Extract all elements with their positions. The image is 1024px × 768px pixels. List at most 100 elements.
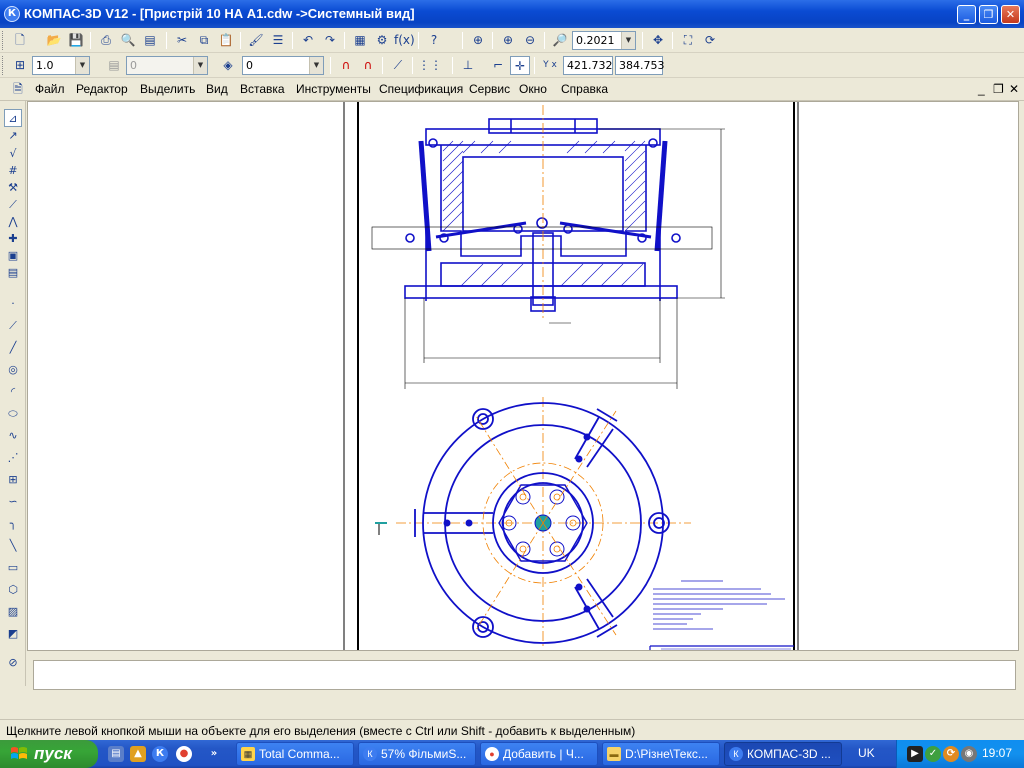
menu-specification[interactable]: Спецификация	[379, 82, 463, 96]
fillet-icon[interactable]: ╮	[4, 515, 22, 533]
stop-command-icon[interactable]: ⊘	[4, 654, 22, 672]
print-icon[interactable]: ⎙	[96, 31, 116, 50]
save-icon[interactable]: 💾	[66, 31, 86, 50]
dimensions-panel-icon[interactable]: ↗	[4, 127, 22, 145]
show-all-icon[interactable]: ⛶	[678, 31, 698, 50]
minimize-button[interactable]: _	[957, 5, 976, 24]
geometry-panel-icon[interactable]: ⊿	[4, 109, 22, 127]
coord-x-field[interactable]: 421.732	[563, 56, 613, 75]
quicklaunch-chrome-icon[interactable]: ●	[176, 746, 192, 762]
paste-icon[interactable]: 📋	[216, 31, 236, 50]
layer-combo[interactable]: 0 ▼	[242, 56, 324, 75]
coord-y-field[interactable]: 384.753	[615, 56, 665, 75]
menu-view[interactable]: Вид	[206, 82, 228, 96]
refresh-icon[interactable]: ⟳	[700, 31, 720, 50]
task-kompas[interactable]: К КОМПАС-3D ...	[724, 742, 842, 766]
library-icon[interactable]: ⚙	[372, 31, 392, 50]
rectangle-icon[interactable]: ▭	[4, 559, 22, 577]
quicklaunch-desktop-icon[interactable]: ▤	[108, 746, 124, 762]
doc-restore-button[interactable]: ❐	[993, 82, 1004, 96]
quicklaunch-more-icon[interactable]: »	[206, 746, 222, 762]
selection-panel-icon[interactable]: ⋀	[4, 213, 22, 231]
round-icon[interactable]: ✛	[510, 56, 530, 75]
spline-icon[interactable]: ∿	[4, 427, 22, 445]
maximize-button[interactable]: ❐	[979, 5, 998, 24]
quicklaunch-app-icon[interactable]: ▲	[130, 746, 146, 762]
new-document-icon[interactable]: 🗋	[10, 31, 30, 50]
snap-local-icon[interactable]: ∩	[358, 56, 378, 75]
tray-security-icon[interactable]: ◉	[961, 746, 977, 762]
drawing-canvas[interactable]	[28, 102, 1019, 651]
local-coordinate-icon[interactable]: ⊥	[458, 56, 478, 75]
bezier-icon[interactable]: ∽	[4, 493, 22, 511]
help-icon[interactable]: ?	[424, 31, 444, 50]
task-films[interactable]: К 57% ФільмиS...	[358, 742, 476, 766]
tray-update-icon[interactable]: ⟳	[943, 746, 959, 762]
contour-icon[interactable]: ◩	[4, 625, 22, 643]
tray-check-icon[interactable]: ✓	[925, 746, 941, 762]
zoom-window-icon[interactable]: ⊕	[468, 31, 488, 50]
redo-icon[interactable]: ↷	[320, 31, 340, 50]
drawing-viewport[interactable]	[27, 101, 1019, 651]
zoom-scale-icon[interactable]: 🔎	[550, 31, 570, 50]
menu-file[interactable]: Файл	[35, 82, 65, 96]
rectangle-fill-icon[interactable]: ⊞	[4, 471, 22, 489]
associative-panel-icon[interactable]: ✚	[4, 230, 22, 248]
grid-icon[interactable]: ⋮⋮	[418, 56, 442, 75]
specification-panel-icon[interactable]: ▣	[4, 247, 22, 265]
chamfer-icon[interactable]: ╲	[4, 537, 22, 555]
auxiliary-line-icon[interactable]: ⟋	[4, 317, 22, 335]
quicklaunch-kompas-icon[interactable]: К	[152, 746, 168, 762]
reports-panel-icon[interactable]: ▤	[4, 264, 22, 282]
chevron-down-icon[interactable]: ▼	[309, 57, 323, 74]
toolbar-grip[interactable]	[2, 56, 5, 75]
zoom-in-icon[interactable]: ⊕	[498, 31, 518, 50]
undo-icon[interactable]: ↶	[298, 31, 318, 50]
cut-icon[interactable]: ✂	[172, 31, 192, 50]
task-total-commander[interactable]: ▦ Total Comma...	[236, 742, 354, 766]
menu-edit[interactable]: Редактор	[76, 82, 128, 96]
tray-media-icon[interactable]: ▶	[907, 746, 923, 762]
start-button[interactable]: пуск	[0, 740, 98, 768]
ellipse-icon[interactable]: ⬭	[4, 405, 22, 423]
open-file-icon[interactable]: 📂	[44, 31, 64, 50]
measure-panel-icon[interactable]: ⟋	[4, 196, 22, 214]
task-chrome[interactable]: ● Добавить | Ч...	[480, 742, 598, 766]
menu-tools[interactable]: Инструменты	[296, 82, 371, 96]
copy-icon[interactable]: ⧉	[194, 31, 214, 50]
format-brush-icon[interactable]: 🖌	[246, 31, 266, 50]
menu-service[interactable]: Сервис	[469, 82, 510, 96]
polygon-icon[interactable]: ⬡	[4, 581, 22, 599]
editing-panel-icon[interactable]: #	[4, 162, 22, 180]
chevron-down-icon[interactable]: ▼	[75, 57, 89, 74]
kompas-app-icon[interactable]: К	[4, 6, 20, 22]
manager-icon[interactable]: ▦	[350, 31, 370, 50]
task-folder[interactable]: ▬ D:\Різне\Текс...	[602, 742, 720, 766]
chevron-down-icon[interactable]: ▼	[621, 32, 635, 49]
designations-panel-icon[interactable]: √	[4, 145, 22, 163]
pan-icon[interactable]: ✥	[648, 31, 668, 50]
parametrization-panel-icon[interactable]: ⚒	[4, 179, 22, 197]
menu-help[interactable]: Справка	[561, 82, 608, 96]
print-preview-icon[interactable]: 🔍	[118, 31, 138, 50]
doc-minimize-button[interactable]: _	[978, 82, 985, 96]
menu-window[interactable]: Окно	[519, 82, 547, 96]
circle-icon[interactable]: ◎	[4, 361, 22, 379]
document-icon[interactable]: 🗎	[8, 80, 28, 99]
close-button[interactable]: ✕	[1001, 5, 1020, 24]
toolbar-grip[interactable]	[2, 31, 5, 50]
variables-icon[interactable]: f(x)	[394, 31, 415, 50]
doc-close-button[interactable]: ✕	[1009, 82, 1019, 96]
properties-icon[interactable]: ☰	[268, 31, 288, 50]
ortho-icon[interactable]: ⟋	[388, 56, 408, 75]
orthogonal-mode-icon[interactable]: ⌐	[488, 56, 508, 75]
hatch-icon[interactable]: ▨	[4, 603, 22, 621]
point-icon[interactable]: ·	[4, 295, 22, 313]
menu-insert[interactable]: Вставка	[240, 82, 285, 96]
segment-icon[interactable]: ╱	[4, 339, 22, 357]
language-indicator[interactable]: UK	[858, 746, 875, 760]
snap-magnet-icon[interactable]: ∩	[336, 56, 356, 75]
zoom-out-icon[interactable]: ⊖	[520, 31, 540, 50]
menu-select[interactable]: Выделить	[140, 82, 195, 96]
export-icon[interactable]: ▤	[140, 31, 160, 50]
